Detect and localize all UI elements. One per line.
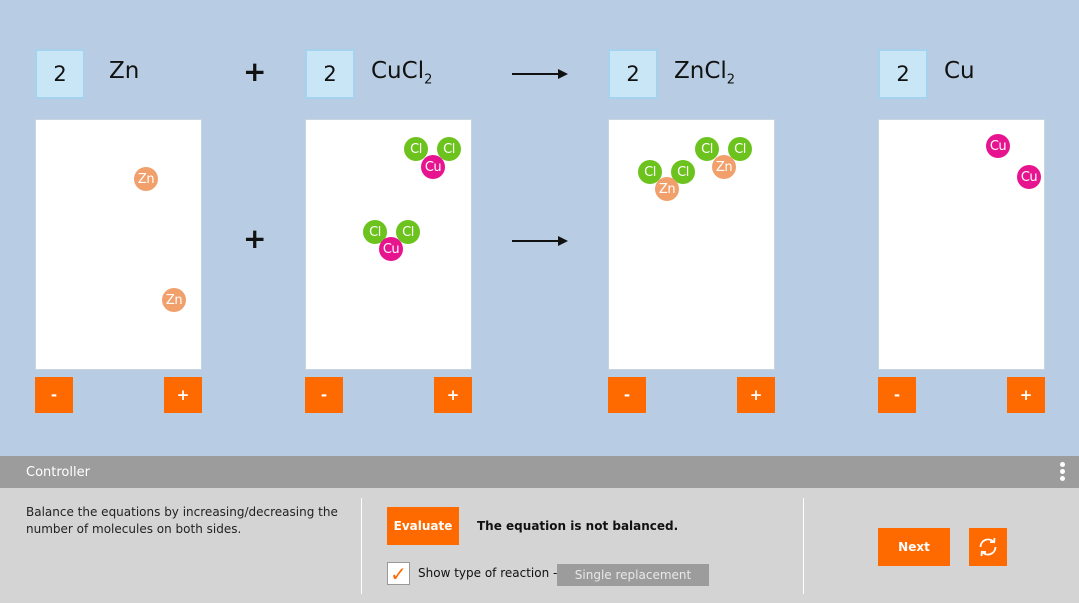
zn-atom: Zn (655, 177, 679, 201)
plus-sign: + (243, 222, 267, 255)
zncl2-increase-button[interactable]: + (737, 377, 775, 413)
formula-zncl2: ZnCl2 (674, 58, 736, 88)
result-message: The equation is not balanced. (477, 519, 679, 533)
show-type-checkbox[interactable]: ✓ (387, 561, 410, 586)
reaction-type-badge: Single replacement (557, 564, 709, 586)
zn-atom: Zn (712, 155, 736, 179)
cu-increase-button[interactable]: + (1007, 377, 1045, 413)
kebab-menu-icon[interactable] (1060, 462, 1066, 484)
right-arrow-icon (512, 236, 568, 246)
coefficient-zn: 2 (35, 49, 85, 99)
coefficient-zncl2: 2 (608, 49, 658, 99)
cu-decrease-button[interactable]: - (878, 377, 916, 413)
show-type-label: Show type of reaction - (418, 566, 558, 580)
refresh-icon (979, 537, 997, 557)
evaluate-button[interactable]: Evaluate (387, 507, 459, 545)
controller-panel: Balance the equations by increasing/decr… (0, 488, 1079, 603)
cucl2-decrease-button[interactable]: - (305, 377, 343, 413)
formula-cucl2: CuCl2 (371, 58, 433, 88)
reset-button[interactable] (969, 528, 1007, 566)
zn-atom: Zn (134, 167, 158, 191)
zncl2-decrease-button[interactable]: - (608, 377, 646, 413)
molecule-box-cu: Cu Cu (878, 119, 1045, 370)
formula-zn: Zn (109, 58, 140, 84)
controller-header: Controller (0, 456, 1079, 488)
coefficient-cu: 2 (878, 49, 928, 99)
molecule-box-zncl2: Cl Cl Zn Cl Cl Zn (608, 119, 775, 370)
checkmark-icon: ✓ (390, 561, 407, 586)
cu-atom: Cu (421, 155, 445, 179)
right-arrow-icon (512, 69, 568, 79)
divider (361, 498, 362, 594)
next-button[interactable]: Next (878, 528, 950, 566)
cu-atom: Cu (986, 134, 1010, 158)
formula-cu: Cu (944, 58, 975, 84)
cu-atom: Cu (379, 237, 403, 261)
cu-atom: Cu (1017, 165, 1041, 189)
zn-increase-button[interactable]: + (164, 377, 202, 413)
molecule-box-cucl2: Cl Cl Cu Cl Cl Cu (305, 119, 472, 370)
zn-decrease-button[interactable]: - (35, 377, 73, 413)
molecule-box-zn: Zn Zn (35, 119, 202, 370)
equation-stage: 2 Zn + 2 CuCl2 2 ZnCl2 2 Cu Zn Zn + Cl C… (0, 0, 1079, 456)
divider (803, 498, 804, 594)
plus-sign: + (243, 55, 267, 88)
cucl2-increase-button[interactable]: + (434, 377, 472, 413)
controller-title: Controller (26, 464, 90, 480)
coefficient-cucl2: 2 (305, 49, 355, 99)
instructions-text: Balance the equations by increasing/decr… (26, 505, 338, 536)
zn-atom: Zn (162, 288, 186, 312)
